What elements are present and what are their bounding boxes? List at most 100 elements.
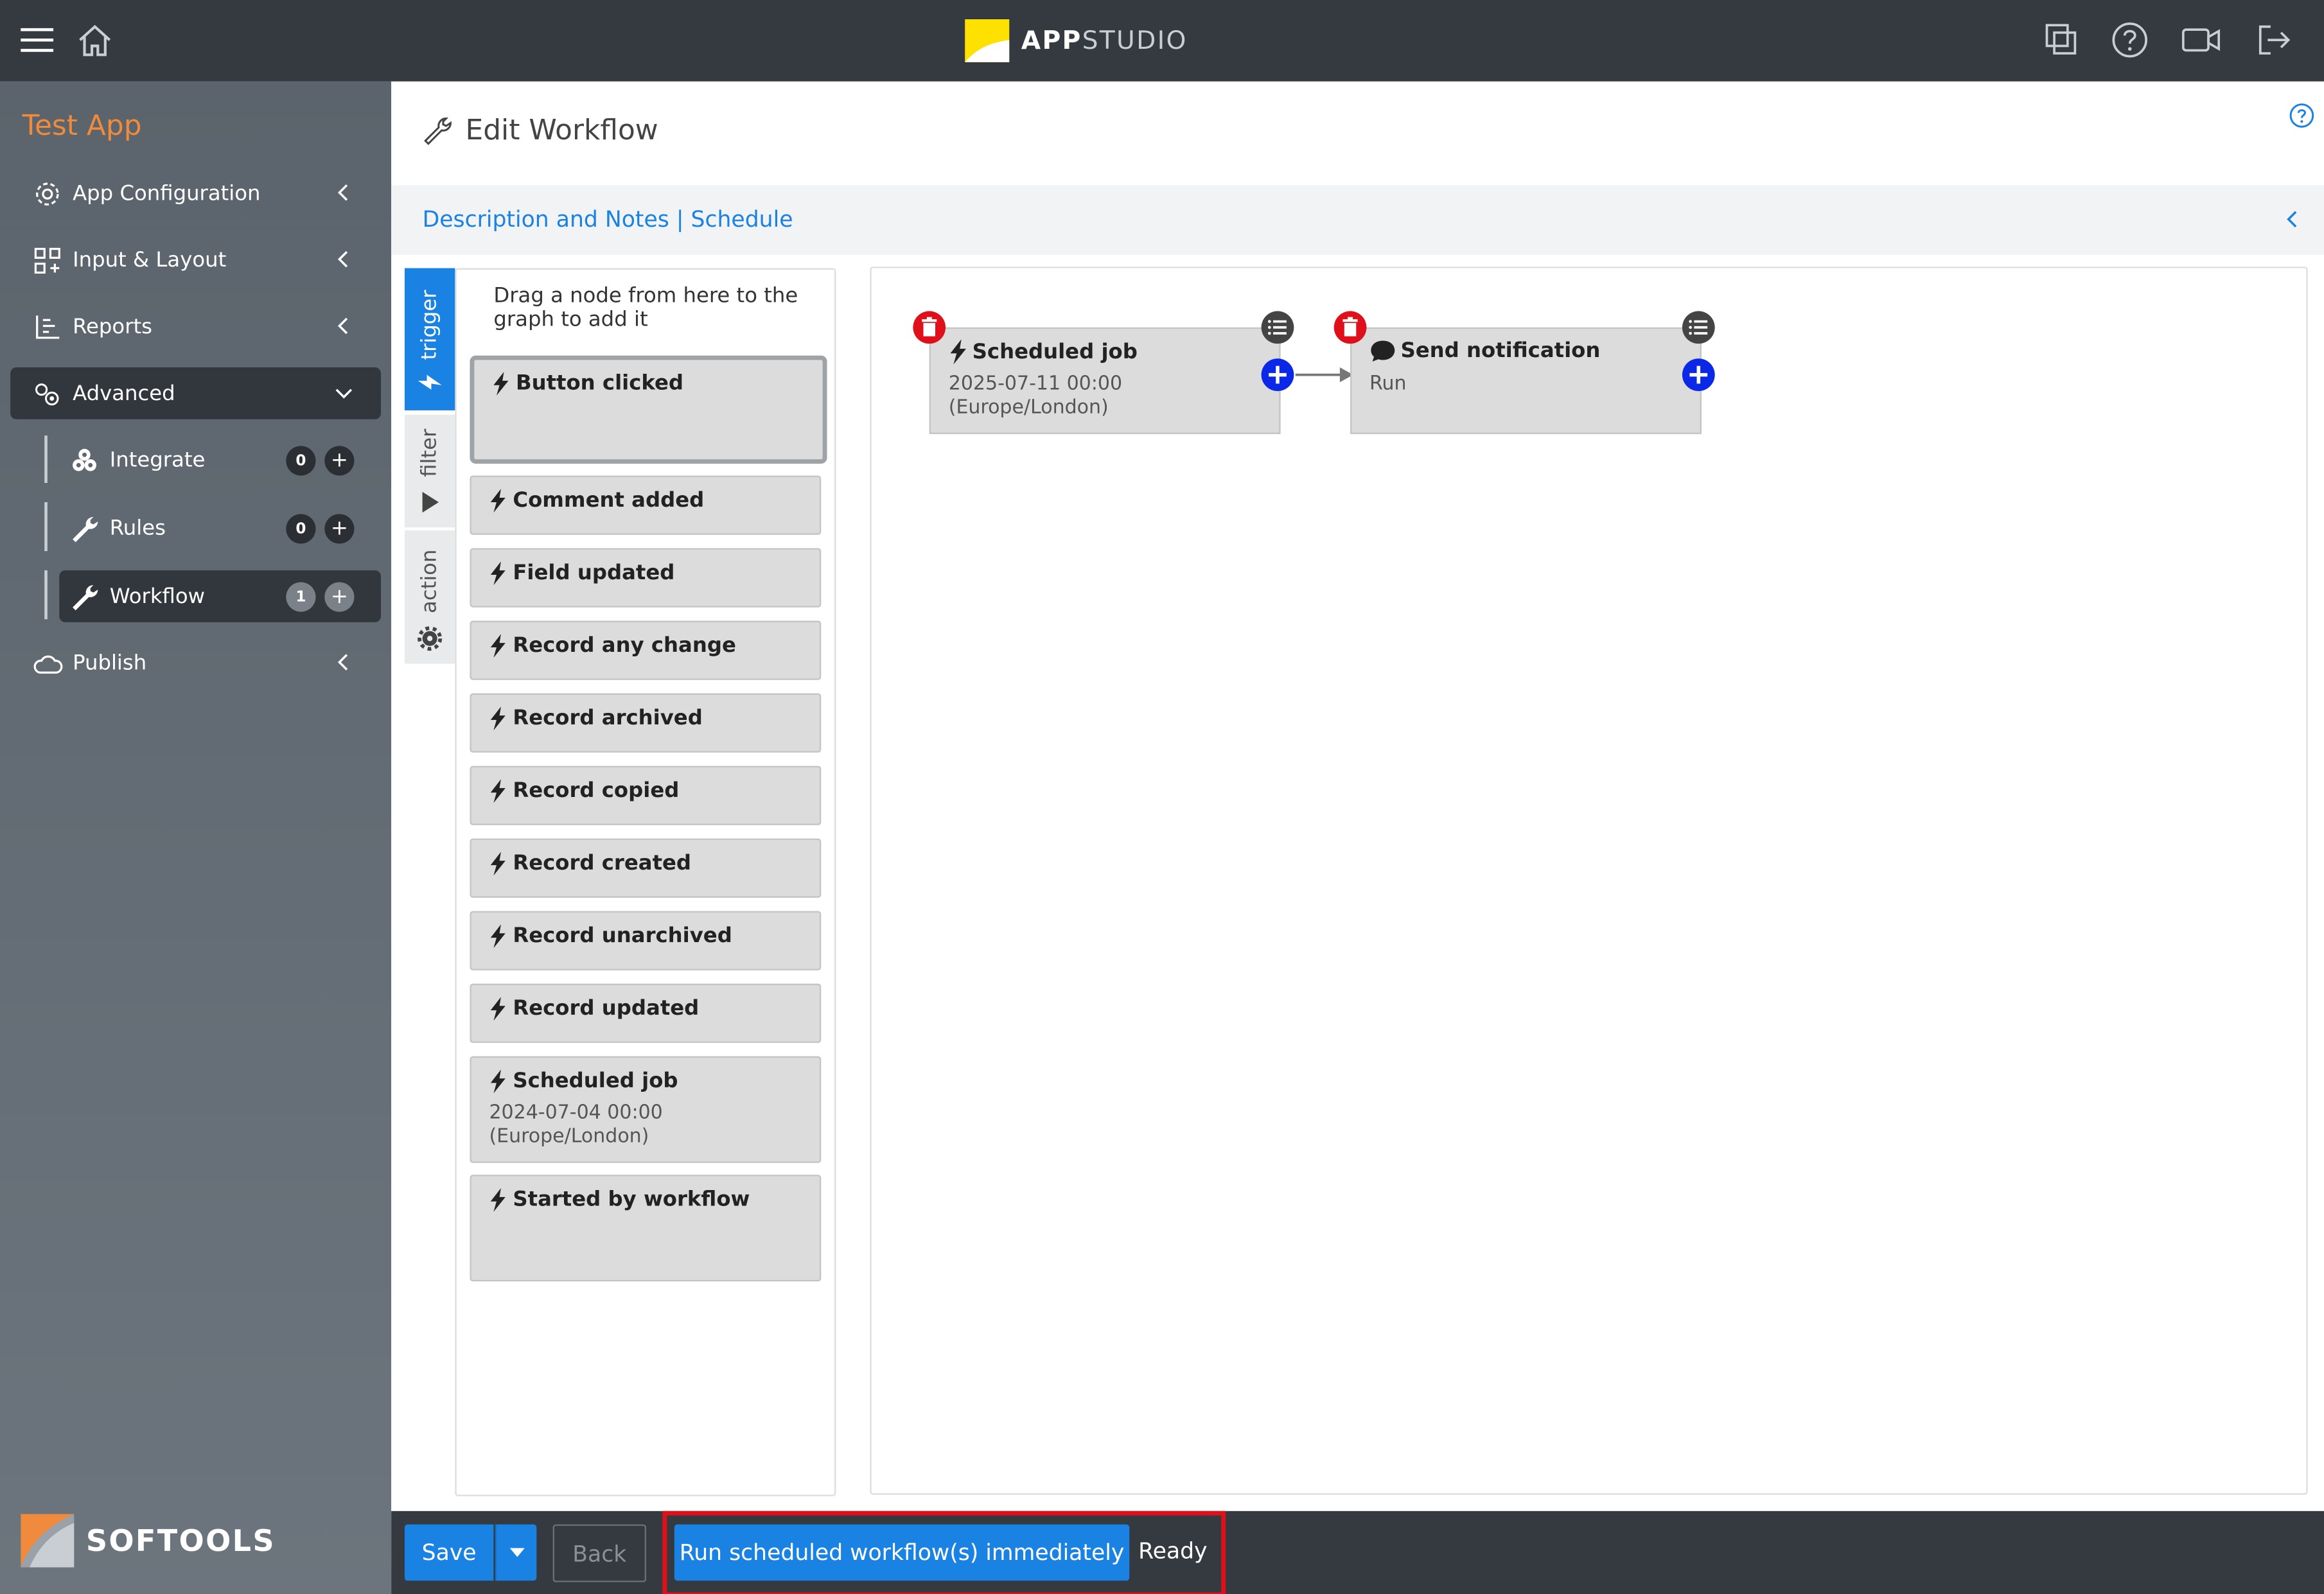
palette-node-record-copied[interactable]: Record copied	[470, 766, 822, 825]
tab-label: trigger	[418, 290, 442, 360]
palette-node-record-any-change[interactable]: Record any change	[470, 620, 822, 680]
softools-brand: SOFTOOLS	[85, 1523, 276, 1559]
help-icon[interactable]	[2289, 102, 2316, 129]
bolt-icon	[950, 339, 966, 365]
add-workflow-button[interactable]: +	[324, 582, 355, 612]
sidebar-item-rules[interactable]: Rules 0 +	[59, 502, 381, 554]
main-panel: Edit Workflow Description and Notes | Sc…	[391, 81, 2324, 1511]
sidebar-item-label: Input & Layout	[73, 248, 227, 272]
sidebar-item-publish[interactable]: Publish	[10, 637, 381, 689]
graph-node-send-notification[interactable]: Send notification Run	[1350, 327, 1702, 434]
palette-node-record-created[interactable]: Record created	[470, 838, 822, 898]
softools-logo: SOFTOOLS	[21, 1514, 276, 1568]
sidebar-item-workflow[interactable]: Workflow 1 +	[59, 570, 382, 622]
node-menu-icon[interactable]	[1681, 310, 1716, 345]
bolt-icon	[490, 1187, 506, 1212]
caret-down-icon	[509, 1548, 524, 1557]
app-name: Test App	[22, 109, 142, 143]
home-icon[interactable]	[73, 18, 117, 62]
delete-node-button[interactable]	[1332, 310, 1368, 345]
bolt-icon	[418, 374, 442, 390]
delete-node-button[interactable]	[911, 310, 947, 345]
node-title: Scheduled job	[489, 1069, 678, 1094]
sidebar-item-reports[interactable]: Reports	[10, 301, 381, 353]
sidebar-item-advanced[interactable]: Advanced	[10, 367, 382, 419]
add-integrate-button[interactable]: +	[324, 446, 355, 476]
tab-filter[interactable]: filter	[404, 414, 455, 528]
description-schedule-links[interactable]: Description and Notes | Schedule	[423, 206, 793, 233]
palette-node-field-updated[interactable]: Field updated	[470, 548, 822, 608]
sidebar-item-app-configuration[interactable]: App Configuration	[10, 168, 381, 220]
node-menu-icon[interactable]	[1260, 310, 1295, 345]
sidebar-item-label: Publish	[73, 651, 147, 675]
layout-icon	[34, 247, 60, 273]
graph-node-scheduled-job[interactable]: Scheduled job 2025-07-11 00:00 (Europe/Lo…	[929, 327, 1281, 434]
gear-icon	[418, 626, 443, 651]
workflow-graph-canvas[interactable]: Scheduled job 2025-07-11 00:00 (Europe/Lo…	[870, 267, 2308, 1495]
sidebar: Test App App Configuration Input & Layou…	[0, 81, 392, 1594]
bolt-icon	[490, 852, 506, 876]
run-scheduled-workflow-button[interactable]: Run scheduled workflow(s) immediately	[674, 1524, 1130, 1581]
bolt-icon	[493, 371, 509, 396]
highlight-box: Run scheduled workflow(s) immediately Re…	[662, 1511, 1226, 1594]
chevron-down-icon	[335, 389, 353, 399]
node-title: Record copied	[489, 779, 679, 803]
palette-node-comment-added[interactable]: Comment added	[470, 475, 822, 535]
tab-action[interactable]: action	[404, 530, 455, 664]
appstudio-logo-icon	[965, 19, 1010, 62]
node-title: Started by workflow	[489, 1187, 750, 1212]
gears-icon	[35, 382, 59, 405]
sidebar-item-integrate[interactable]: Integrate 0 +	[59, 434, 381, 486]
palette-node-record-unarchived[interactable]: Record unarchived	[470, 911, 822, 970]
sidebar-item-label: Advanced	[73, 381, 175, 405]
cloud-icon	[33, 654, 63, 673]
copy-icon[interactable]	[2039, 18, 2084, 62]
node-title: Send notification	[1369, 339, 1600, 363]
add-node-button[interactable]	[1681, 357, 1716, 392]
sidebar-item-label: Workflow	[109, 584, 206, 608]
node-schedule: 2024-07-04 00:00 (Europe/London)	[489, 1102, 663, 1148]
bolt-icon	[490, 634, 506, 658]
logout-icon[interactable]	[2251, 18, 2296, 62]
palette-hint: Drag a node from here to the graph to ad…	[493, 284, 798, 332]
add-node-button[interactable]	[1260, 357, 1295, 392]
bolt-icon	[490, 997, 506, 1021]
palette-node-record-archived[interactable]: Record archived	[470, 693, 822, 753]
palette-node-button-clicked[interactable]: Button clicked	[470, 355, 827, 464]
chevron-left-icon[interactable]	[2282, 209, 2303, 229]
help-icon[interactable]	[2108, 18, 2152, 62]
palette-node-record-updated[interactable]: Record updated	[470, 983, 822, 1043]
sidebar-item-label: App Configuration	[73, 181, 261, 206]
tab-trigger[interactable]: trigger	[404, 268, 455, 410]
bottom-toolbar: Save Back Run scheduled workflow(s) imme…	[391, 1511, 2324, 1594]
status-text: Ready	[1138, 1537, 1208, 1564]
sidebar-item-label: Reports	[73, 315, 152, 339]
comment-icon	[1371, 340, 1395, 362]
palette-node-scheduled-job[interactable]: Scheduled job 2024-07-04 00:00 (Europe/L…	[470, 1056, 822, 1163]
node-palette: Drag a node from here to the graph to ad…	[455, 268, 836, 1496]
count-badge: 1	[286, 582, 316, 612]
palette-node-started-by-workflow[interactable]: Started by workflow	[470, 1175, 822, 1282]
back-button[interactable]: Back	[552, 1524, 647, 1582]
top-bar: APPSTUDIO	[0, 0, 2324, 82]
integrate-icon	[73, 448, 96, 471]
node-title: Button clicked	[492, 371, 683, 396]
tab-label: filter	[418, 428, 442, 477]
sidebar-item-label: Integrate	[109, 448, 206, 472]
add-rule-button[interactable]: +	[324, 514, 355, 544]
count-badge: 0	[286, 446, 316, 476]
sidebar-item-input-layout[interactable]: Input & Layout	[10, 234, 381, 286]
node-title: Record updated	[489, 997, 699, 1021]
node-title: Record unarchived	[489, 924, 732, 949]
video-icon[interactable]	[2179, 18, 2223, 62]
menu-icon[interactable]	[15, 18, 59, 62]
save-button[interactable]: Save	[404, 1524, 494, 1581]
chevron-left-icon	[337, 250, 348, 268]
node-title: Comment added	[489, 489, 704, 513]
save-options-dropdown[interactable]	[495, 1524, 537, 1581]
chevron-left-icon	[337, 317, 348, 335]
connection-arrow	[1295, 367, 1353, 383]
node-title: Scheduled job	[949, 339, 1138, 365]
page-title: Edit Workflow	[421, 114, 658, 146]
filter-icon	[422, 491, 439, 513]
